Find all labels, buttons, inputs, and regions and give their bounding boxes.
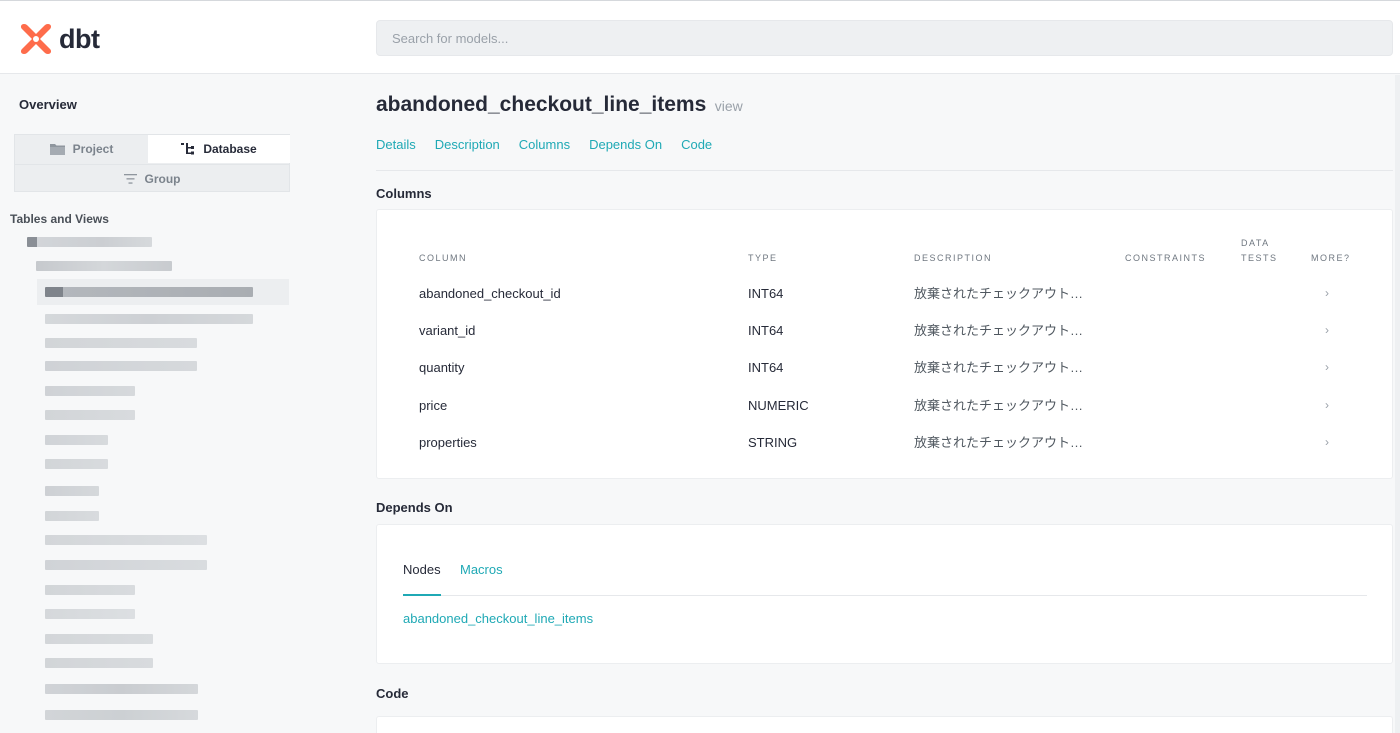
tab-database-label: Database (203, 142, 257, 156)
column-type: INT64 (748, 323, 784, 338)
column-type: NUMERIC (748, 398, 809, 413)
top-bar: dbt (0, 0, 1400, 74)
chevron-right-icon[interactable]: › (1325, 312, 1329, 349)
chevron-right-icon[interactable]: › (1325, 387, 1329, 424)
tree-item[interactable] (45, 337, 197, 349)
dbt-logo-text: dbt (59, 23, 100, 54)
filter-icon (123, 173, 137, 184)
model-title: abandoned_checkout_line_items view (376, 93, 743, 117)
tree-item[interactable] (45, 608, 135, 620)
code-card (376, 716, 1393, 733)
nav-depends-on[interactable]: Depends On (589, 137, 662, 152)
code-heading: Code (376, 686, 409, 701)
depends-on-heading: Depends On (376, 500, 453, 515)
tree-item[interactable] (45, 409, 135, 421)
dbt-logo[interactable]: dbt (18, 21, 100, 57)
header-more: MORE? (1311, 253, 1351, 263)
section-nav: Details Description Columns Depends On C… (376, 137, 712, 152)
model-type: view (714, 98, 743, 114)
tab-group-label: Group (144, 171, 181, 186)
dbt-logo-icon (20, 24, 52, 54)
sidebar: Overview Project Database Group Tables a… (0, 75, 300, 733)
tree-item[interactable] (45, 559, 207, 571)
column-name: quantity (419, 360, 465, 375)
header-data-tests-line1: DATA (1241, 238, 1270, 248)
chevron-right-icon[interactable]: › (1325, 424, 1329, 461)
chevron-right-icon[interactable]: › (1325, 275, 1329, 312)
nav-description[interactable]: Description (435, 137, 500, 152)
column-description: 放棄されたチェックアウトの... (914, 360, 1090, 375)
dependency-link[interactable]: abandoned_checkout_line_items (403, 611, 593, 626)
tree-icon (181, 143, 195, 155)
overview-link[interactable]: Overview (19, 97, 77, 112)
tab-nodes[interactable]: Nodes (403, 562, 441, 577)
column-description: 放棄されたチェックアウト明... (914, 323, 1090, 338)
scrollbar-track[interactable] (1395, 75, 1400, 733)
header-description: DESCRIPTION (914, 253, 993, 263)
column-name: price (419, 398, 448, 413)
tab-database[interactable]: Database (148, 135, 290, 163)
table-row[interactable]: quantity INT64 放棄されたチェックアウトの... › (377, 349, 1392, 386)
column-description: 放棄されたチェックアウト明... (914, 435, 1090, 450)
column-description: 放棄されたチェックアウト明... (914, 398, 1090, 413)
table-row[interactable]: variant_id INT64 放棄されたチェックアウト明... › (377, 312, 1392, 349)
chevron-right-icon[interactable]: › (1325, 349, 1329, 386)
nav-details[interactable]: Details (376, 137, 416, 152)
tab-macros[interactable]: Macros (460, 562, 503, 577)
column-type: INT64 (748, 360, 784, 375)
depends-on-card: Nodes Macros abandoned_checkout_line_ite… (376, 524, 1393, 664)
view-switcher: Project Database Group (14, 134, 290, 192)
columns-card: COLUMN TYPE DESCRIPTION CONSTRAINTS DATA… (376, 209, 1393, 479)
column-type: STRING (748, 435, 798, 450)
tree-item[interactable] (45, 633, 153, 645)
column-type: INT64 (748, 286, 784, 301)
tree-item[interactable] (45, 683, 198, 695)
column-name: abandoned_checkout_id (419, 286, 561, 301)
tree-item[interactable] (45, 534, 207, 546)
header-column: COLUMN (419, 253, 468, 263)
tree-item[interactable] (45, 313, 253, 325)
column-name: variant_id (419, 323, 476, 338)
tab-divider (403, 595, 1367, 596)
header-type: TYPE (748, 253, 778, 263)
tree-item[interactable] (45, 434, 108, 446)
header-data-tests-line2: TESTS (1241, 253, 1278, 263)
tree-item-database[interactable] (27, 236, 152, 248)
model-name: abandoned_checkout_line_items (376, 93, 707, 116)
tree-item[interactable] (45, 485, 99, 497)
tree-item[interactable] (45, 458, 108, 470)
column-name: properties (419, 435, 477, 450)
tab-project[interactable]: Project (15, 135, 148, 163)
tree-item[interactable] (45, 709, 198, 721)
tree-item[interactable] (45, 584, 135, 596)
search-input[interactable] (376, 20, 1393, 56)
tree-item[interactable] (45, 510, 99, 522)
tree-item[interactable] (45, 657, 153, 669)
divider (376, 170, 1393, 171)
tab-group[interactable]: Group (15, 164, 289, 192)
columns-heading: Columns (376, 186, 432, 201)
column-description: 放棄されたチェックアウトの... (914, 286, 1090, 301)
tree-item[interactable] (45, 385, 135, 397)
tables-and-views-heading: Tables and Views (10, 212, 109, 226)
nav-code[interactable]: Code (681, 137, 712, 152)
table-row[interactable]: properties STRING 放棄されたチェックアウト明... › (377, 424, 1392, 461)
folder-icon (49, 144, 65, 155)
nav-columns[interactable]: Columns (519, 137, 570, 152)
table-row[interactable]: price NUMERIC 放棄されたチェックアウト明... › (377, 387, 1392, 424)
table-row[interactable]: abandoned_checkout_id INT64 放棄されたチェックアウト… (377, 275, 1392, 312)
header-constraints: CONSTRAINTS (1125, 253, 1207, 263)
tab-project-label: Project (72, 142, 114, 156)
tree-item-selected[interactable] (45, 286, 253, 298)
tree-item-schema[interactable] (36, 260, 172, 272)
tree-item[interactable] (45, 360, 197, 372)
active-tab-indicator (403, 594, 441, 596)
